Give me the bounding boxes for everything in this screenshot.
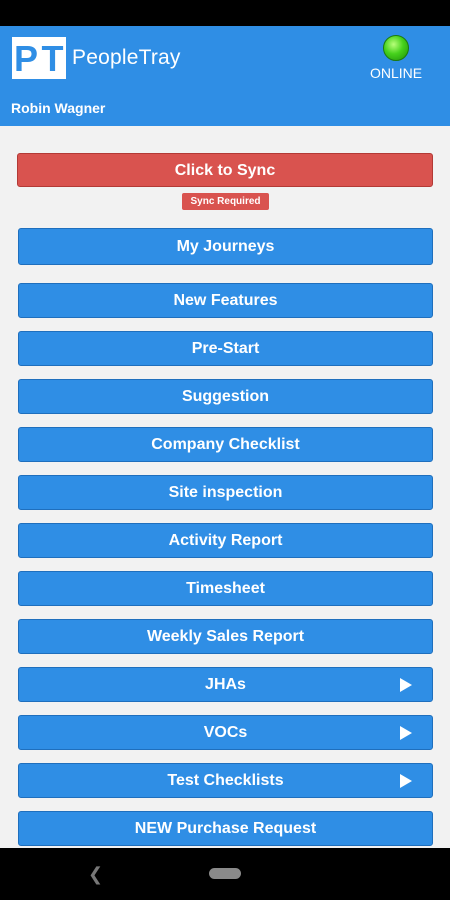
peopletray-logo-icon: P T bbox=[12, 37, 66, 79]
menu-item-company-checklist[interactable]: Company Checklist bbox=[18, 427, 433, 462]
menu-item-label: Pre-Start bbox=[191, 340, 260, 357]
menu-item-my-journeys[interactable]: My Journeys bbox=[18, 228, 433, 265]
logo-letter-p: P bbox=[12, 37, 40, 79]
menu-item-new-purchase-request[interactable]: NEW Purchase Request bbox=[18, 811, 433, 846]
expand-arrow-icon bbox=[400, 678, 412, 692]
menu-item-suggestion[interactable]: Suggestion bbox=[18, 379, 433, 414]
menu-item-label: Site inspection bbox=[168, 484, 283, 501]
menu-item-label: Suggestion bbox=[181, 388, 270, 405]
app-header: P T PeopleTray ONLINE Robin Wagner bbox=[0, 26, 450, 126]
menu-item-label: JHAs bbox=[205, 676, 246, 693]
main-menu: Click to Sync Sync Required My Journeys … bbox=[0, 126, 450, 848]
online-status-label: ONLINE bbox=[369, 65, 423, 81]
menu-item-site-inspection[interactable]: Site inspection bbox=[18, 475, 433, 510]
sync-required-badge: Sync Required bbox=[182, 193, 269, 210]
menu-item-label: Weekly Sales Report bbox=[146, 628, 305, 645]
menu-item-label: Test Checklists bbox=[167, 772, 284, 789]
connection-status: ONLINE bbox=[366, 35, 426, 81]
menu-item-jhas[interactable]: JHAs bbox=[18, 667, 433, 702]
menu-item-vocs[interactable]: VOCs bbox=[18, 715, 433, 750]
home-pill-icon[interactable] bbox=[209, 868, 241, 879]
menu-item-weekly-sales-report[interactable]: Weekly Sales Report bbox=[18, 619, 433, 654]
app-name: PeopleTray bbox=[72, 46, 181, 69]
status-bar bbox=[0, 0, 450, 26]
menu-item-label: Activity Report bbox=[168, 532, 283, 549]
back-icon[interactable]: ❮ bbox=[88, 865, 103, 883]
menu-item-label: New Features bbox=[173, 292, 278, 309]
menu-item-label: Timesheet bbox=[186, 580, 265, 597]
menu-item-label: VOCs bbox=[203, 724, 248, 741]
app-logo: P T PeopleTray bbox=[12, 36, 181, 80]
online-indicator-icon bbox=[383, 35, 409, 61]
menu-item-label: My Journeys bbox=[176, 238, 275, 255]
user-name: Robin Wagner bbox=[11, 100, 106, 116]
expand-arrow-icon bbox=[400, 774, 412, 788]
menu-item-test-checklists[interactable]: Test Checklists bbox=[18, 763, 433, 798]
menu-item-activity-report[interactable]: Activity Report bbox=[18, 523, 433, 558]
logo-letter-t: T bbox=[39, 37, 66, 79]
system-nav-bar: ❮ bbox=[0, 848, 450, 900]
menu-item-label: Company Checklist bbox=[151, 436, 300, 453]
menu-item-pre-start[interactable]: Pre-Start bbox=[18, 331, 433, 366]
sync-button[interactable]: Click to Sync bbox=[17, 153, 433, 187]
expand-arrow-icon bbox=[400, 726, 412, 740]
menu-item-label: NEW Purchase Request bbox=[134, 820, 317, 837]
menu-item-new-features[interactable]: New Features bbox=[18, 283, 433, 318]
menu-item-timesheet[interactable]: Timesheet bbox=[18, 571, 433, 606]
